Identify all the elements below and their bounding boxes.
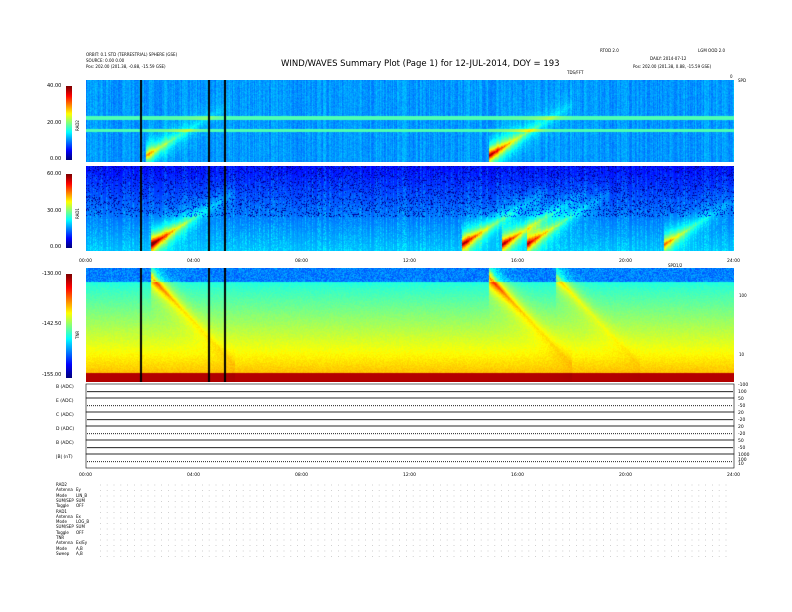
settings-key: Antenna bbox=[56, 487, 73, 493]
summary-strips bbox=[85, 383, 735, 557]
summary-strip-frame bbox=[85, 439, 735, 455]
settings-value: Ey bbox=[76, 487, 81, 493]
settings-value: SUM bbox=[76, 524, 85, 530]
settings-key: Mode bbox=[56, 545, 67, 551]
summary-x-tick: 16:00 bbox=[511, 473, 524, 478]
summary-strip-label: E (ADC) bbox=[56, 399, 74, 404]
summary-strip-tick: -50 bbox=[738, 446, 746, 451]
settings-value: OFF bbox=[76, 529, 84, 535]
summary-x-tick: 12:00 bbox=[403, 473, 416, 478]
settings-key: Antenna bbox=[56, 540, 73, 546]
summary-strip-tick: 20 bbox=[738, 425, 744, 430]
summary-strip-frame bbox=[85, 453, 735, 469]
summary-strip-tick: 50 bbox=[738, 439, 744, 444]
settings-key: Mode bbox=[56, 492, 67, 498]
summary-strip-tick: 10 bbox=[738, 462, 744, 468]
summary-strip-frame bbox=[85, 397, 735, 413]
summary-strip-tick: -20 bbox=[738, 432, 746, 437]
settings-key: RAD1 bbox=[56, 508, 67, 514]
summary-strip-tick: 20 bbox=[738, 411, 744, 416]
summary-strip-frame bbox=[85, 411, 735, 427]
settings-key: Toggle bbox=[56, 503, 69, 509]
settings-value: LIN_B bbox=[76, 492, 88, 498]
summary-strip-tick: -20 bbox=[738, 418, 746, 423]
settings-value: OFF bbox=[76, 503, 84, 509]
summary-x-tick: 20:00 bbox=[619, 473, 632, 478]
summary-strip-tick: -50 bbox=[738, 404, 746, 409]
summary-strip-label: B (ADC) bbox=[56, 441, 74, 446]
summary-strip-label: D (ADC) bbox=[56, 427, 75, 432]
summary-x-tick: 08:00 bbox=[295, 473, 308, 478]
summary-strip-tick: 50 bbox=[738, 397, 744, 402]
summary-x-tick: 04:00 bbox=[187, 473, 200, 478]
settings-value: Ex/Ey bbox=[76, 540, 88, 546]
summary-strip-label: B (ADC) bbox=[56, 385, 74, 390]
summary-strip-label: C (ADC) bbox=[56, 413, 74, 418]
settings-value: A,B bbox=[76, 550, 83, 556]
summary-x-tick: 24:00 bbox=[727, 473, 740, 478]
settings-value: A,B bbox=[76, 545, 83, 551]
summary-strip-frame bbox=[85, 383, 735, 399]
summary-strip-frame bbox=[85, 425, 735, 441]
summary-strip-label: |B| (nT) bbox=[56, 455, 73, 460]
summary-x-tick: 00:00 bbox=[79, 473, 92, 478]
summary-strip-tick: -100 bbox=[738, 383, 749, 388]
settings-key: Sweep bbox=[56, 550, 70, 556]
settings-key: SUM/SEP bbox=[56, 524, 74, 530]
summary-strip-tick: 100 bbox=[738, 390, 747, 395]
